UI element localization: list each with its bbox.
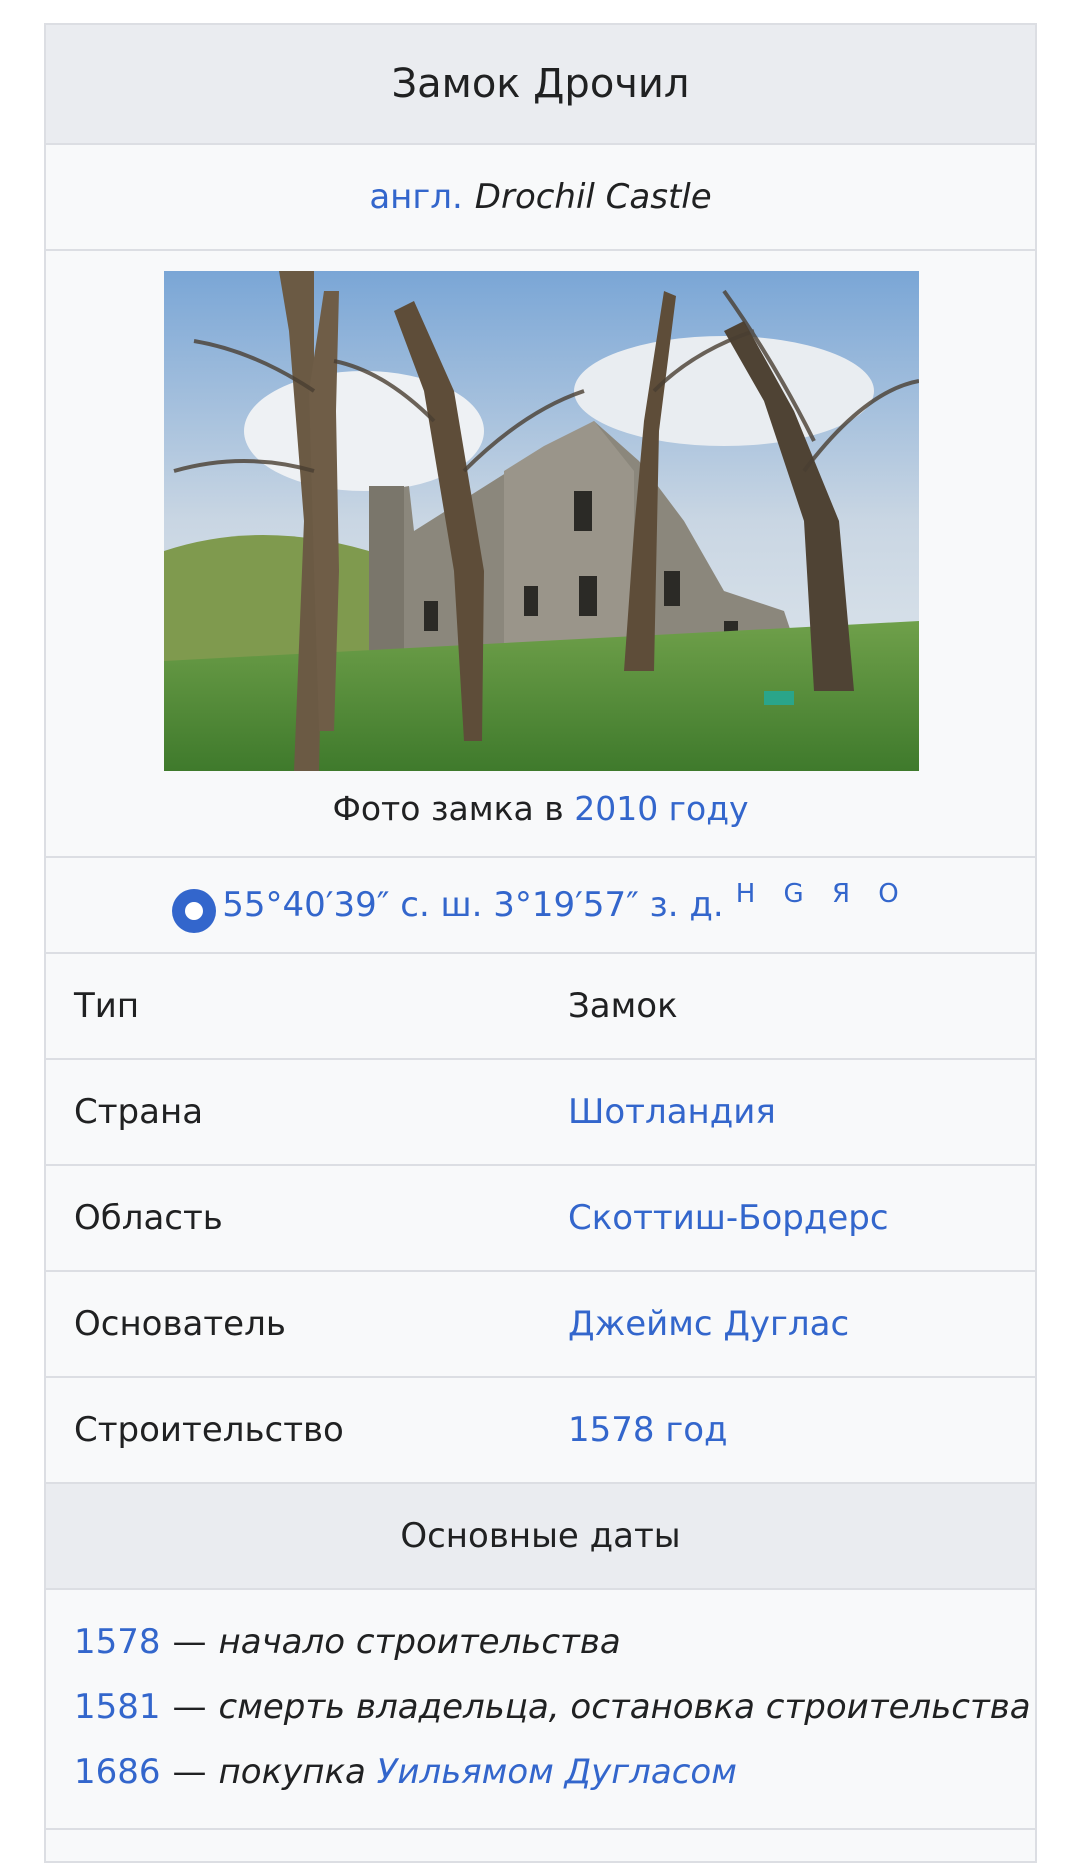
- infobox-title: Замок Дрочил: [391, 61, 690, 107]
- date-text: покупка: [218, 1752, 366, 1792]
- dash: —: [172, 1752, 207, 1792]
- date-text: смерть владельца, остановка строительств…: [218, 1687, 1031, 1727]
- row-label: Область: [74, 1198, 223, 1238]
- dash: —: [172, 1687, 207, 1727]
- map-link-ya[interactable]: Я: [832, 879, 860, 909]
- original-name-row: англ. Drochil Castle: [46, 145, 1035, 251]
- image-row: Фото замка в 2010 году: [46, 251, 1035, 858]
- date-text: начало строительства: [218, 1622, 621, 1662]
- row-founder: Основатель Джеймс Дуглас: [46, 1272, 1035, 1378]
- list-item: 1578 — начало строительства: [46, 1610, 1035, 1675]
- section-title: Основные даты: [400, 1516, 681, 1556]
- castle-photo[interactable]: [164, 271, 919, 771]
- buyer-link[interactable]: Уильямом Дугласом: [377, 1752, 737, 1792]
- row-label: Страна: [74, 1092, 204, 1132]
- date-year-link[interactable]: 1578: [74, 1622, 161, 1662]
- construction-year-link[interactable]: 1578 год: [568, 1410, 728, 1450]
- row-construction: Строительство 1578 год: [46, 1378, 1035, 1484]
- date-year-link[interactable]: 1581: [74, 1687, 161, 1727]
- row-value: Замок: [568, 986, 678, 1026]
- caption-year-link[interactable]: 2010 году: [574, 789, 748, 828]
- section-header-dates: Основные даты: [46, 1484, 1035, 1590]
- row-region: Область Скоттиш-Бордерс: [46, 1166, 1035, 1272]
- caption-text: Фото замка в: [332, 789, 564, 828]
- list-item: 1686 — покупка Уильямом Дугласом: [46, 1740, 1035, 1805]
- key-dates-list: 1578 — начало строительства 1581 — смерть вл…: [46, 1590, 1035, 1830]
- row-label: Тип: [74, 986, 140, 1026]
- map-link-o[interactable]: O: [878, 879, 908, 909]
- map-links: H G Я O: [736, 879, 909, 909]
- coordinates-link[interactable]: 55°40′39″ с. ш. 3°19′57″ з. д.: [222, 885, 723, 925]
- row-type: Тип Замок: [46, 954, 1035, 1060]
- list-item: 1581 — смерть владельца, остановка строите…: [46, 1675, 1035, 1740]
- dash: —: [172, 1622, 207, 1662]
- original-name: Drochil Castle: [474, 177, 712, 217]
- founder-link[interactable]: Джеймс Дуглас: [568, 1304, 849, 1344]
- country-link[interactable]: Шотландия: [568, 1092, 776, 1132]
- image-caption: Фото замка в 2010 году: [46, 789, 1035, 828]
- row-label: Основатель: [74, 1304, 286, 1344]
- map-link-h[interactable]: H: [736, 879, 766, 909]
- row-country: Страна Шотландия: [46, 1060, 1035, 1166]
- infobox: Замок Дрочил англ. Drochil Castle Фото з…: [44, 23, 1037, 1863]
- region-link[interactable]: Скоттиш-Бордерс: [568, 1198, 889, 1238]
- coordinates-row: 55°40′39″ с. ш. 3°19′57″ з. д. H G Я O: [46, 858, 1035, 954]
- date-year-link[interactable]: 1686: [74, 1752, 161, 1792]
- map-link-g[interactable]: G: [784, 879, 814, 909]
- globe-icon[interactable]: [172, 889, 217, 933]
- row-label: Строительство: [74, 1410, 344, 1450]
- language-link[interactable]: англ.: [369, 177, 462, 217]
- infobox-title-row: Замок Дрочил: [46, 25, 1035, 145]
